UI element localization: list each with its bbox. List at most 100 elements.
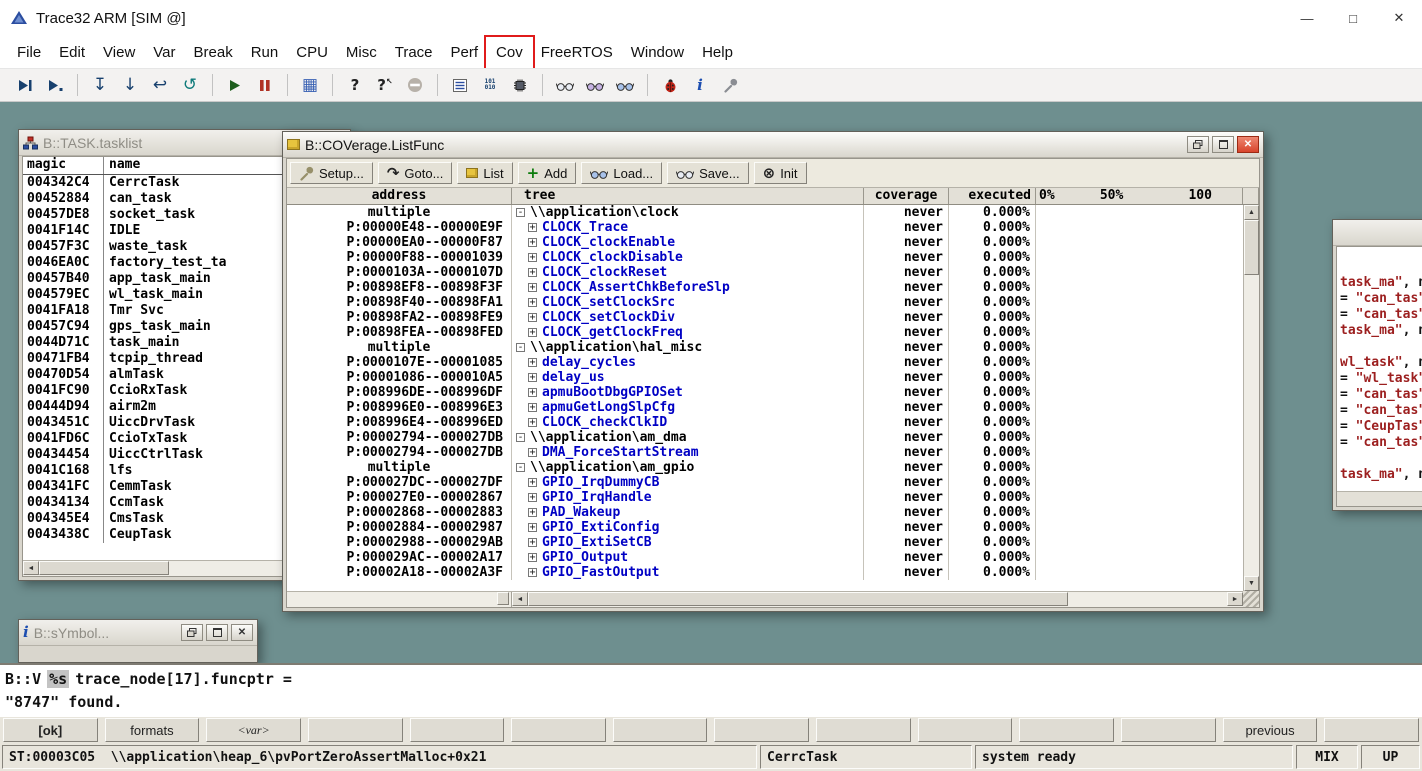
coverage-row[interactable]: P:00002794--000027DB - \\application\am_dm… — [287, 430, 1243, 445]
softkey-empty[interactable] — [917, 718, 1013, 742]
scroll-left-button[interactable]: ◄ — [512, 592, 528, 606]
bug-button[interactable] — [655, 72, 685, 99]
hscroll-track[interactable] — [1068, 592, 1227, 607]
setup-button[interactable]: Setup... — [290, 162, 373, 184]
symbol-close-button[interactable]: ✕ — [231, 624, 253, 641]
chip-button[interactable] — [505, 72, 535, 99]
stop-button[interactable] — [400, 72, 430, 99]
coverage-row[interactable]: multiple - \\application\hal_misc never 0.00… — [287, 340, 1243, 355]
coverage-row[interactable]: multiple - \\application\am_gpio never 0.000… — [287, 460, 1243, 475]
go-up-button[interactable]: ↺ — [175, 72, 205, 99]
coverage-row[interactable]: P:008996DE--008996DF + apmuBootDbgGPIOSet n… — [287, 385, 1243, 400]
expand-icon[interactable]: + — [528, 238, 537, 248]
scroll-left-button[interactable]: ◄ — [23, 561, 39, 575]
expand-icon[interactable]: + — [528, 448, 537, 458]
status-mode[interactable]: MIX — [1296, 745, 1358, 769]
load-button[interactable]: Load... — [581, 162, 663, 184]
coverage-row[interactable]: P:00898FEA--00898FED + CLOCK_getClockFreq n… — [287, 325, 1243, 340]
expand-icon[interactable]: + — [528, 523, 537, 533]
softkey-empty[interactable] — [714, 718, 810, 742]
expand-icon[interactable]: + — [528, 313, 537, 323]
softkey-empty[interactable] — [1019, 718, 1115, 742]
coverage-row[interactable]: P:00002868--00002883 + PAD_Wakeup never 0.00… — [287, 505, 1243, 520]
coverage-row[interactable]: P:00002A18--00002A3F + GPIO_FastOutput neve… — [287, 565, 1243, 580]
expand-icon[interactable]: + — [528, 478, 537, 488]
expand-icon[interactable]: + — [528, 508, 537, 518]
var-softkey[interactable]: <var> — [206, 718, 301, 742]
goto-button[interactable]: ↷ Goto... — [377, 162, 453, 184]
scroll-right-button[interactable]: ► — [1227, 592, 1243, 606]
softkey-empty[interactable] — [1324, 718, 1419, 742]
expand-icon[interactable]: + — [528, 298, 537, 308]
vscroll-track[interactable] — [1244, 275, 1259, 576]
help-button[interactable]: ? — [340, 72, 370, 99]
address-pane-scrollbar[interactable] — [287, 592, 512, 607]
coverage-row[interactable]: P:000029AC--00002A17 + GPIO_Output never 0.0… — [287, 550, 1243, 565]
expand-icon[interactable]: + — [528, 403, 537, 413]
tools-button[interactable] — [715, 72, 745, 99]
coverage-close-button[interactable]: ✕ — [1237, 136, 1259, 153]
var-titlebar[interactable] — [1333, 220, 1422, 246]
menu-cov[interactable]: Cov — [484, 34, 535, 70]
expand-icon[interactable]: + — [528, 553, 537, 563]
coverage-row[interactable]: P:00002988--000029AB + GPIO_ExtiSetCB never… — [287, 535, 1243, 550]
hscroll-thumb[interactable] — [528, 592, 1068, 606]
maximize-button[interactable]: □ — [1330, 0, 1376, 36]
menu-cpu[interactable]: CPU — [287, 38, 337, 67]
menu-break[interactable]: Break — [185, 38, 242, 67]
coverage-row[interactable]: P:00898EF8--00898F3F + CLOCK_AssertChkBefo… — [287, 280, 1243, 295]
add-button[interactable]: + Add — [517, 162, 577, 184]
menu-perf[interactable]: Perf — [442, 38, 488, 67]
collapse-icon[interactable]: - — [516, 208, 525, 218]
menu-edit[interactable]: Edit — [50, 38, 94, 67]
coverage-row[interactable]: multiple - \\application\clock never 0.000% — [287, 205, 1243, 220]
step-diverge-button[interactable]: ↧ — [85, 72, 115, 99]
collapse-icon[interactable]: - — [516, 343, 525, 353]
expand-icon[interactable]: + — [528, 388, 537, 398]
command-area[interactable]: B::V %s trace_node[17].funcptr = "8747" fo… — [0, 663, 1422, 717]
coverage-row[interactable]: P:000027DC--000027DF + GPIO_IrqDummyCB neve… — [287, 475, 1243, 490]
status-direction[interactable]: UP — [1361, 745, 1420, 769]
step-into-button[interactable] — [10, 72, 40, 99]
symbol-titlebar[interactable]: i B::sYmbol... ✕ — [19, 620, 257, 646]
menu-run[interactable]: Run — [242, 38, 288, 67]
coverage-row[interactable]: P:00898F40--00898FA1 + CLOCK_setClockSrc ne… — [287, 295, 1243, 310]
expand-icon[interactable]: + — [528, 328, 537, 338]
coverage-row[interactable]: P:000027E0--00002867 + GPIO_IrqHandle never… — [287, 490, 1243, 505]
menu-help[interactable]: Help — [693, 38, 742, 67]
menu-freertos[interactable]: FreeRTOS — [532, 38, 622, 67]
coverage-maximize-button[interactable] — [1212, 136, 1234, 153]
symbol-maximize-button[interactable] — [206, 624, 228, 641]
menu-trace[interactable]: Trace — [386, 38, 442, 67]
go-button[interactable] — [220, 72, 250, 99]
close-button[interactable]: ✕ — [1376, 0, 1422, 36]
coverage-row[interactable]: P:0000103A--0000107D + CLOCK_clockReset nev… — [287, 265, 1243, 280]
softkey-empty[interactable] — [612, 718, 708, 742]
scroll-down-button[interactable]: ▼ — [1244, 576, 1259, 591]
expand-icon[interactable]: + — [528, 538, 537, 548]
step-over-button[interactable] — [40, 72, 70, 99]
scroll-up-button[interactable]: ▲ — [1244, 205, 1259, 220]
formats-softkey[interactable]: formats — [104, 718, 200, 742]
menu-misc[interactable]: Misc — [337, 38, 386, 67]
coverage-row[interactable]: P:00000F88--00001039 + CLOCK_clockDisable n… — [287, 250, 1243, 265]
softkey-empty[interactable] — [409, 718, 505, 742]
var-scrollbar[interactable] — [1337, 491, 1422, 506]
address-scroll-thumb[interactable] — [497, 592, 509, 605]
coverage-row[interactable]: P:00002794--000027DB + DMA_ForceStartStrea… — [287, 445, 1243, 460]
go-return-button[interactable]: ↩ — [145, 72, 175, 99]
expand-icon[interactable]: + — [528, 268, 537, 278]
expand-icon[interactable]: + — [528, 253, 537, 263]
coverage-row[interactable]: P:00002884--00002987 + GPIO_ExtiConfig neve… — [287, 520, 1243, 535]
menu-window[interactable]: Window — [622, 38, 693, 67]
ok-softkey[interactable]: [ok] — [3, 718, 98, 742]
dump-grid-button[interactable]: ▦ — [295, 72, 325, 99]
coverage-row[interactable]: P:00000E48--00000E9F + CLOCK_Trace never 0.0… — [287, 220, 1243, 235]
expand-icon[interactable]: + — [528, 283, 537, 293]
expand-icon[interactable]: + — [528, 373, 537, 383]
expand-icon[interactable]: + — [528, 418, 537, 428]
coverage-row[interactable]: P:00000EA0--00000F87 + CLOCK_clockEnable ne… — [287, 235, 1243, 250]
coverage-hscrollbar[interactable]: ◄ ► — [287, 591, 1243, 607]
softkey-empty[interactable] — [1121, 718, 1216, 742]
minimize-button[interactable]: — — [1284, 0, 1330, 36]
